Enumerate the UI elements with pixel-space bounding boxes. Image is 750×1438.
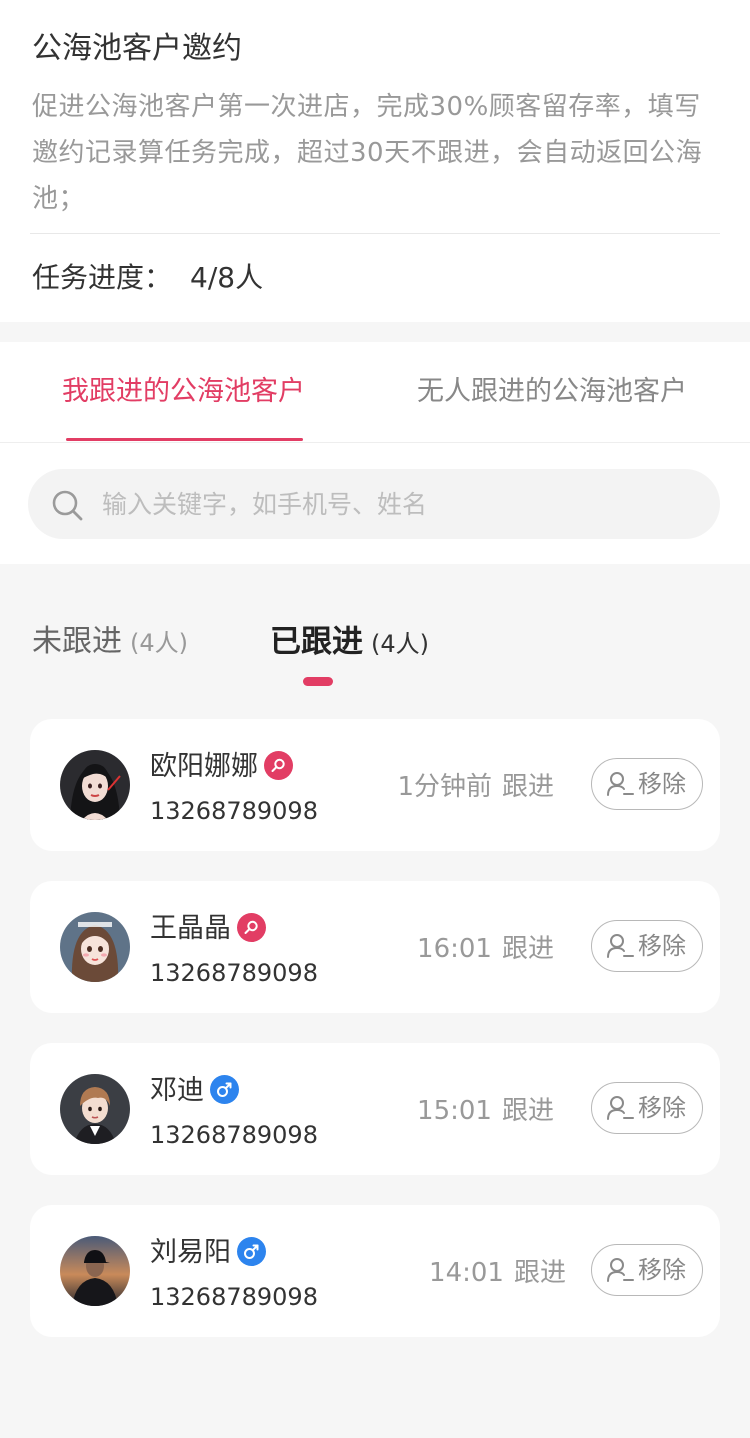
subtab-not-followed[interactable]: 未跟进 (4人): [32, 620, 188, 664]
female-icon: [237, 913, 266, 942]
remove-user-icon: [607, 1096, 634, 1120]
avatar: [60, 1236, 130, 1306]
remove-button[interactable]: 移除: [591, 1244, 703, 1296]
follow-time-value: 1分钟前: [397, 772, 492, 802]
customer-name-text: 邓迪: [150, 1075, 204, 1106]
follow-action: 跟进: [501, 934, 554, 964]
remove-user-icon: [607, 1258, 634, 1282]
task-progress-label: 任务进度：: [32, 261, 173, 294]
follow-action: 跟进: [501, 772, 554, 802]
follow-time-value: 15:01: [417, 1096, 492, 1126]
female-icon: [264, 751, 293, 780]
remove-user-icon: [607, 934, 634, 958]
customer-name-text: 刘易阳: [150, 1237, 231, 1268]
remove-button[interactable]: 移除: [591, 758, 703, 810]
tab-divider: [0, 442, 750, 443]
remove-button-label: 移除: [638, 1256, 686, 1284]
remove-button-label: 移除: [638, 932, 686, 960]
customer-name-text: 欧阳娜娜: [150, 751, 258, 782]
task-card: 公海池客户邀约 促进公海池客户第一次进店，完成30%顾客留存率，填写邀约记录算任…: [0, 0, 750, 322]
customer-phone: 13268789098: [150, 797, 318, 825]
avatar: [60, 912, 130, 982]
customer-name-text: 王晶晶: [150, 913, 231, 944]
search-bar[interactable]: [28, 469, 720, 539]
tab-unassigned-customers[interactable]: 无人跟进的公海池客户: [417, 372, 687, 412]
avatar: [60, 750, 130, 820]
customer-card[interactable]: 邓迪 13268789098 15:01 跟进 移除: [30, 1043, 720, 1175]
follow-time-value: 14:01: [429, 1258, 504, 1288]
customer-card[interactable]: 王晶晶 13268789098 16:01 跟进 移除: [30, 881, 720, 1013]
subtab-followed[interactable]: 已跟进 (4人): [270, 620, 429, 664]
subtab-count: (4人): [130, 629, 188, 657]
remove-button-label: 移除: [638, 770, 686, 798]
subtab-label: 未跟进: [32, 624, 122, 659]
remove-button-label: 移除: [638, 1094, 686, 1122]
tab-my-customers[interactable]: 我跟进的公海池客户: [62, 372, 305, 412]
follow-action: 跟进: [501, 1096, 554, 1126]
customer-card[interactable]: 欧阳娜娜 13268789098 1分钟前 跟进 移除: [30, 719, 720, 851]
task-progress-value: 4/8人: [190, 261, 264, 294]
follow-time: 14:01 跟进: [429, 1253, 566, 1293]
task-progress: 任务进度： 4/8人: [32, 256, 263, 300]
active-subtab-indicator: [303, 677, 333, 686]
divider: [30, 233, 720, 234]
subtab-count: (4人): [371, 630, 429, 658]
customer-name: 刘易阳: [150, 1233, 266, 1273]
male-icon: [210, 1075, 239, 1104]
customer-name: 邓迪: [150, 1071, 239, 1111]
follow-time-value: 16:01: [417, 934, 492, 964]
follow-time: 16:01 跟进: [417, 929, 554, 969]
search-icon: [52, 490, 83, 521]
male-icon: [237, 1237, 266, 1266]
customer-phone: 13268789098: [150, 959, 318, 987]
remove-button[interactable]: 移除: [591, 920, 703, 972]
customer-name: 欧阳娜娜: [150, 747, 293, 787]
search-input[interactable]: [102, 469, 692, 539]
customer-phone: 13268789098: [150, 1283, 318, 1311]
task-title: 公海池客户邀约: [32, 31, 242, 66]
active-tab-indicator: [66, 438, 303, 441]
follow-time: 1分钟前 跟进: [397, 767, 554, 807]
task-description: 促进公海池客户第一次进店，完成30%顾客留存率，填写邀约记录算任务完成，超过30…: [32, 92, 703, 214]
avatar: [60, 1074, 130, 1144]
customer-phone: 13268789098: [150, 1121, 318, 1149]
remove-button[interactable]: 移除: [591, 1082, 703, 1134]
customer-card[interactable]: 刘易阳 13268789098 14:01 跟进 移除: [30, 1205, 720, 1337]
follow-action: 跟进: [513, 1258, 566, 1288]
follow-time: 15:01 跟进: [417, 1091, 554, 1131]
customer-panel: 我跟进的公海池客户 无人跟进的公海池客户: [0, 342, 750, 564]
customer-name: 王晶晶: [150, 909, 266, 949]
remove-user-icon: [607, 772, 634, 796]
subtab-label: 已跟进: [270, 624, 363, 660]
